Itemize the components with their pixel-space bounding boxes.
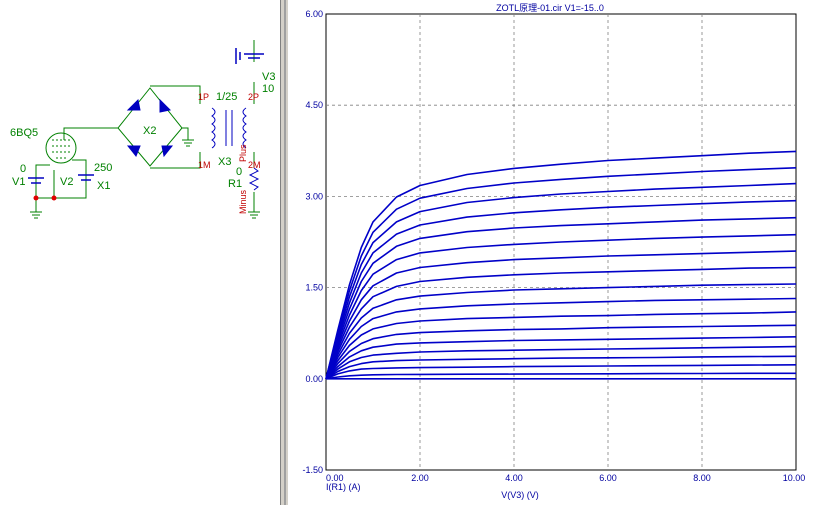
v1-name: V1	[12, 176, 25, 188]
v3-value: 10	[262, 83, 274, 95]
bridge-ground-wire	[182, 127, 189, 140]
secondary-coil	[242, 107, 247, 149]
x1-name: X1	[97, 180, 110, 192]
r1-resistor	[248, 167, 260, 191]
ratio-label: 1/25	[216, 91, 237, 103]
y-tick-label: 1.50	[305, 283, 323, 293]
node-cathode	[51, 195, 57, 201]
cathode-wire	[36, 170, 55, 199]
tube-label: 6BQ5	[10, 127, 38, 139]
pane-splitter[interactable]	[280, 0, 289, 505]
transformer-core	[225, 110, 233, 146]
diode-4	[161, 145, 174, 158]
pin-2m: 2M	[248, 160, 261, 170]
schematic-canvas: 6BQ5 0 V1 V2 250 X1 X2 1/25 X3 V3 10 R1 …	[10, 40, 275, 219]
x-axis-label: V(V3) (V)	[501, 490, 539, 500]
ground-left	[30, 211, 42, 219]
ground-bridge	[182, 139, 194, 147]
v2-name: V2	[60, 176, 73, 188]
primary-coil	[211, 107, 216, 149]
bridge-top-wire	[150, 85, 201, 104]
y-tick-label: -1.50	[302, 465, 323, 475]
v2-value: 250	[94, 162, 112, 174]
node-v1	[33, 195, 39, 201]
pin-1m: 1M	[198, 160, 211, 170]
minus-label: Minus	[238, 189, 248, 214]
bridge-bottom-wire	[150, 152, 201, 169]
v3-top-battery	[235, 48, 241, 64]
pin-2p: 2P	[248, 92, 259, 102]
r1-name: R1	[228, 178, 242, 190]
v3-name: V3	[262, 71, 275, 83]
x-tick-label: 6.00	[599, 473, 617, 483]
diode-3	[126, 145, 141, 157]
x-tick-label: 10.00	[783, 473, 806, 483]
plot-panel: 0.00 2.00 4.00 6.00 8.00 10.00 -1.50 0.00 1.50 3.…	[290, 0, 818, 505]
tube-grids	[52, 139, 70, 159]
v1-value: 0	[20, 163, 26, 175]
pin-1p: 1P	[198, 92, 209, 102]
x2-name: X2	[143, 125, 156, 137]
x-tick-label: 8.00	[693, 473, 711, 483]
grid-wire	[35, 164, 50, 198]
y-tick-label: 3.00	[305, 191, 323, 201]
x-tick-label: 2.00	[411, 473, 429, 483]
diode-2	[159, 98, 172, 113]
diode-1	[126, 98, 141, 111]
y-axis-label: I(R1) (A)	[326, 482, 361, 492]
x-tick-label: 4.00	[505, 473, 523, 483]
x3-name: X3	[218, 156, 231, 168]
schematic-panel: 6BQ5 0 V1 V2 250 X1 X2 1/25 X3 V3 10 R1 …	[0, 0, 280, 505]
y-tick-label: 4.50	[305, 100, 323, 110]
plot-canvas: 0.00 2.00 4.00 6.00 8.00 10.00-1.500.001.503.…	[302, 3, 806, 500]
y-tick-label: 0.00	[305, 374, 323, 384]
r1-value: 0	[236, 166, 242, 178]
ground-right	[248, 211, 260, 219]
y-tick-label: 6.00	[305, 9, 323, 19]
chart-title: ZOTL原理-01.cir V1=-15..0	[496, 3, 604, 13]
plus-label: Plus	[238, 144, 248, 162]
